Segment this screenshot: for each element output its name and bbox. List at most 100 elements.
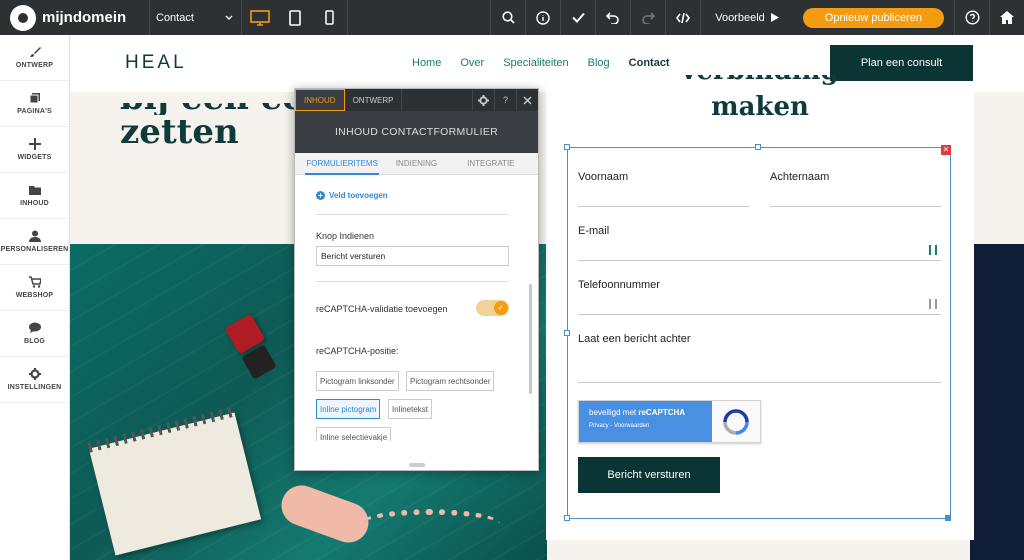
panel-help-button[interactable]: ? xyxy=(494,89,516,111)
search-icon xyxy=(502,11,515,24)
tab-inhoud[interactable]: INHOUD xyxy=(295,89,345,111)
option-inline-text[interactable]: Inlinetekst xyxy=(388,399,433,419)
undo-button[interactable] xyxy=(595,0,630,35)
panel-settings-button[interactable] xyxy=(472,89,494,111)
sidebar-item-label: WIDGETS xyxy=(17,154,52,161)
submit-button[interactable]: Bericht versturen xyxy=(578,457,720,493)
add-circle-icon: + xyxy=(316,191,325,200)
mobile-icon xyxy=(325,10,334,25)
sidebar-item-label: WEBSHOP xyxy=(15,292,54,299)
option-inline-icon[interactable]: Inline pictogram xyxy=(316,399,381,419)
subtab-integratie[interactable]: INTEGRATIE xyxy=(454,153,528,174)
resize-handle[interactable] xyxy=(755,144,761,150)
recaptcha-icon xyxy=(723,408,749,435)
desktop-view-button[interactable] xyxy=(242,0,277,35)
pages-icon xyxy=(29,93,40,104)
person-icon xyxy=(28,230,41,242)
sidebar-item-paginas[interactable]: PAGINA'S xyxy=(0,81,69,127)
recaptcha-line1: beveiligd met reCAPTCHA xyxy=(589,408,702,417)
option-inline-checkbox[interactable]: Inline selectievakje xyxy=(316,427,392,441)
plus-icon xyxy=(28,138,41,150)
recaptcha-privacy-link[interactable]: Privacy - Voorwaarden xyxy=(589,423,702,429)
publish-button[interactable]: Opnieuw publiceren xyxy=(802,7,944,28)
delete-widget-icon[interactable]: ✕ xyxy=(941,145,951,155)
tablet-view-button[interactable] xyxy=(277,0,312,35)
site-logo[interactable]: HEAL xyxy=(125,52,187,74)
sidebar-item-widgets[interactable]: WIDGETS xyxy=(0,127,69,173)
search-button[interactable] xyxy=(490,0,525,35)
panel-scrollbar[interactable] xyxy=(529,284,532,394)
contact-title-partial-wrap: verbinding xyxy=(546,75,974,89)
sidebar-item-ontwerp[interactable]: ONTWERP xyxy=(0,35,69,81)
subtab-indiening[interactable]: INDIENING xyxy=(379,153,453,174)
brand[interactable]: mijndomein xyxy=(0,0,150,35)
preview-label: Voorbeeld xyxy=(715,11,765,24)
code-button[interactable] xyxy=(665,0,700,35)
recaptcha-logo xyxy=(712,401,760,442)
nav-home[interactable]: Home xyxy=(412,57,441,69)
first-name-label: Voornaam xyxy=(578,171,629,183)
contact-form-panel: INHOUD ONTWERP ? INHOUD CONTACTFORMULIER… xyxy=(294,88,539,471)
top-bar: mijndomein Contact Voorbeeld Opnieuw pub… xyxy=(0,0,1024,35)
page-select[interactable]: Contact xyxy=(150,0,242,35)
site-nav: Home Over Specialiteiten Blog Contact xyxy=(412,57,689,69)
sidebar-item-label: PAGINA'S xyxy=(17,108,52,115)
preview-button[interactable]: Voorbeeld xyxy=(700,0,793,35)
resize-handle[interactable] xyxy=(564,144,570,150)
nav-contact[interactable]: Contact xyxy=(629,57,670,69)
first-name-field[interactable] xyxy=(578,206,749,207)
add-field-label: Veld toevoegen xyxy=(329,191,388,200)
option-bottom-left[interactable]: Pictogram linksonder xyxy=(316,371,399,391)
recaptcha-badge[interactable]: beveiligd met reCAPTCHA Privacy - Voorwa… xyxy=(578,400,761,443)
subtab-formulieritems[interactable]: FORMULIERITEMS xyxy=(305,153,380,175)
recaptcha-position-label: reCAPTCHA-positie: xyxy=(316,346,399,356)
sidebar-item-personaliseren[interactable]: PERSONALISEREN xyxy=(0,219,69,265)
sidebar-item-webshop[interactable]: WEBSHOP xyxy=(0,265,69,311)
mobile-view-button[interactable] xyxy=(312,0,347,35)
add-field-button[interactable]: + Veld toevoegen xyxy=(316,191,388,200)
desktop-icon xyxy=(249,9,270,26)
panel-tabs-spacer xyxy=(402,89,472,111)
redo-button[interactable] xyxy=(630,0,665,35)
sidebar-item-instellingen[interactable]: INSTELLINGEN xyxy=(0,357,69,403)
resize-handle[interactable] xyxy=(564,330,570,336)
nav-specialiteiten[interactable]: Specialiteiten xyxy=(503,57,568,69)
home-button[interactable] xyxy=(989,0,1024,35)
recaptcha-toggle-label: reCAPTCHA-validatie toevoegen xyxy=(316,304,448,314)
option-bottom-right[interactable]: Pictogram rechtsonder xyxy=(406,371,495,391)
submit-label-heading: Knop Indienen xyxy=(316,231,375,241)
nav-over[interactable]: Over xyxy=(460,57,484,69)
hero-title: bij een eerste zetten xyxy=(120,103,378,149)
chevron-down-icon xyxy=(225,15,233,20)
autofill-icon xyxy=(929,245,937,255)
sidebar-item-label: INHOUD xyxy=(20,200,49,207)
tab-ontwerp[interactable]: ONTWERP xyxy=(345,89,403,111)
recaptcha-brand: reCAPTCHA xyxy=(638,408,686,417)
nav-blog[interactable]: Blog xyxy=(588,57,610,69)
sidebar-item-blog[interactable]: BLOG xyxy=(0,311,69,357)
panel-resize-grip[interactable] xyxy=(409,463,425,467)
code-icon xyxy=(676,12,691,23)
resize-handle[interactable] xyxy=(564,515,570,521)
info-button[interactable] xyxy=(525,0,560,35)
message-field[interactable] xyxy=(578,382,941,383)
check-button[interactable] xyxy=(560,0,595,35)
brush-icon xyxy=(29,47,41,57)
recaptcha-toggle[interactable]: ✓ xyxy=(476,300,509,316)
editor-canvas: HEAL Home Over Specialiteiten Blog Conta… xyxy=(70,35,1024,560)
help-button[interactable] xyxy=(954,0,989,35)
panel-close-button[interactable] xyxy=(516,89,538,111)
email-field[interactable] xyxy=(578,260,941,261)
phone-field[interactable] xyxy=(578,314,941,315)
close-icon xyxy=(523,96,532,104)
submit-text-input[interactable]: Bericht versturen xyxy=(316,246,509,266)
resize-handle[interactable] xyxy=(945,515,951,521)
brand-name: mijndomein xyxy=(42,9,127,26)
divider xyxy=(316,214,509,215)
page-select-value: Contact xyxy=(156,11,194,24)
play-icon xyxy=(770,13,779,22)
sidebar-item-inhoud[interactable]: INHOUD xyxy=(0,173,69,219)
last-name-field[interactable] xyxy=(770,206,941,207)
divider xyxy=(316,281,509,282)
home-icon xyxy=(1000,11,1014,24)
